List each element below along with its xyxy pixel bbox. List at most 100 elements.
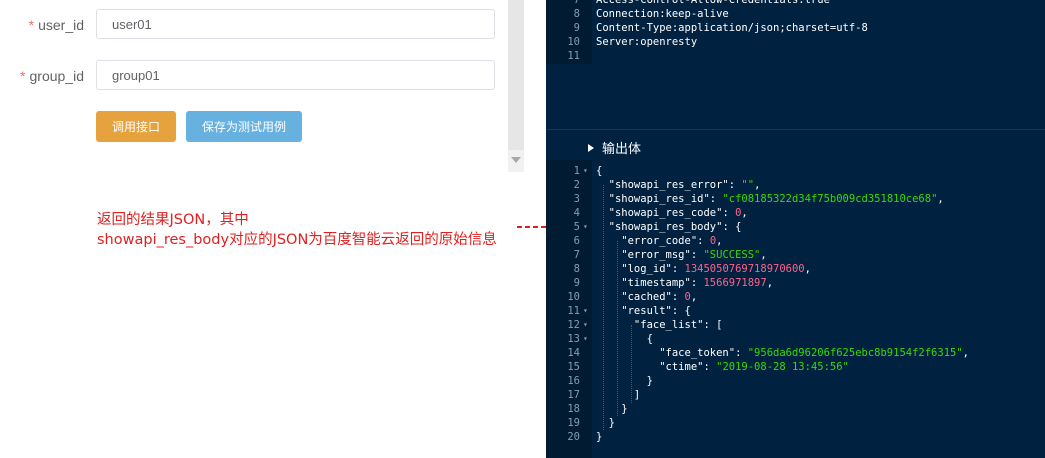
json-token: : (697, 235, 710, 247)
group-id-input[interactable] (96, 60, 495, 90)
line-number: 9 (573, 22, 580, 34)
header-text: Content-Type:application/json;charset=ut… (596, 22, 868, 34)
json-token: , (766, 277, 774, 289)
json-text: } (596, 430, 602, 444)
json-line: 1 ▾ { (546, 164, 1045, 178)
group-id-row: * group_id (0, 60, 508, 92)
header-line: 10 Server:openresty (546, 35, 1045, 49)
header-text: Server:openresty (596, 36, 698, 48)
line-number: 12 (567, 319, 580, 331)
scroll-down-arrow-icon[interactable] (511, 157, 521, 163)
json-token: : (690, 277, 704, 289)
json-token: "showapi_res_body" (596, 221, 723, 233)
json-token: } (596, 375, 653, 387)
json-token: : { (671, 305, 691, 317)
save-test-case-button[interactable]: 保存为测试用例 (186, 111, 302, 142)
json-token: : (671, 291, 685, 303)
response-viewer: 7 Access-Control-Allow-Credentials:true 8 C… (546, 0, 1045, 458)
json-token: : [ (703, 319, 723, 331)
header-text: Connection:keep-alive (596, 8, 729, 20)
form-scrollbar-thumb[interactable] (508, 0, 524, 150)
json-line: 7 "error_msg": "SUCCESS", (546, 248, 1045, 262)
json-string: "2019-08-28 13:45:56" (716, 361, 849, 373)
json-text: "ctime": "2019-08-28 13:45:56" (596, 360, 849, 374)
json-token: , (962, 347, 969, 359)
json-token: , (804, 263, 811, 275)
json-token: "error_msg" (596, 249, 691, 261)
line-number: 16 (567, 375, 580, 387)
json-text: { (596, 332, 653, 346)
json-token: "error_code" (596, 235, 698, 247)
line-number: 19 (567, 417, 580, 429)
fold-toggle-icon[interactable]: ▾ (583, 304, 588, 318)
json-line: 12 ▾ "face_list": [ (546, 318, 1045, 332)
line-number: 11 (567, 50, 580, 62)
json-token: : (690, 249, 704, 261)
json-line: 6 "error_code": 0, (546, 234, 1045, 248)
line-number: 1 (573, 165, 580, 177)
line-number: 6 (573, 235, 580, 247)
line-number: 18 (567, 403, 580, 415)
json-text: "showapi_res_code": 0, (596, 206, 748, 220)
line-number: 8 (573, 263, 580, 275)
header-text: Access-Control-Allow-Credentials:true (596, 0, 830, 6)
json-string: "" (741, 179, 755, 191)
line-number: 14 (567, 347, 580, 359)
user-id-label: * user_id (28, 17, 84, 33)
line-number: 3 (573, 193, 580, 205)
json-text: "error_code": 0, (596, 234, 722, 248)
json-text: "result": { (596, 304, 691, 318)
json-line: 11 ▾ "result": { (546, 304, 1045, 318)
section-divider (546, 129, 1045, 130)
output-body-toggle[interactable]: 输出体 (588, 138, 641, 157)
fold-toggle-icon[interactable]: ▾ (583, 220, 588, 234)
json-token: } (596, 431, 603, 443)
line-number: 7 (573, 0, 580, 6)
json-text: { (596, 164, 602, 178)
header-line: 8 Connection:keep-alive (546, 7, 1045, 21)
json-line: 10 "cached": 0, (546, 290, 1045, 304)
json-text: "showapi_res_error": "", (596, 178, 761, 192)
json-text: "cached": 0, (596, 290, 697, 304)
line-number: 8 (573, 8, 580, 20)
json-token: , (690, 291, 698, 303)
json-string: "SUCCESS" (703, 249, 761, 261)
json-token: : (722, 207, 736, 219)
header-line: 9 Content-Type:application/json;charset=u… (546, 21, 1045, 35)
line-number: 7 (573, 249, 580, 261)
json-line: 20} (546, 430, 1045, 444)
json-token: "ctime" (596, 361, 704, 373)
required-mark: * (20, 68, 26, 84)
json-line: 19 } (546, 416, 1045, 430)
json-line: 17 ] (546, 388, 1045, 402)
json-token: "result" (596, 305, 672, 317)
user-id-input[interactable] (96, 9, 495, 39)
json-number: 1345050769718970600 (684, 263, 805, 275)
json-text: "showapi_res_id": "cf08185322d34f75b009c… (596, 192, 944, 206)
line-number: 17 (567, 389, 580, 401)
json-line: 5 ▾ "showapi_res_body": { (546, 220, 1045, 234)
json-line: 18 } (546, 402, 1045, 416)
json-token: "face_token" (596, 347, 736, 359)
json-token: ] (596, 389, 641, 401)
json-token: , (741, 207, 748, 219)
json-line: 3 "showapi_res_id": "cf08185322d34f75b00… (546, 192, 1045, 206)
json-text: "face_list": [ (596, 318, 723, 332)
header-line: 11 (546, 49, 1045, 63)
json-token: { (596, 333, 653, 345)
line-number: 15 (567, 361, 580, 373)
fold-toggle-icon[interactable]: ▾ (583, 318, 588, 332)
line-number: 10 (567, 36, 580, 48)
json-text: } (596, 402, 627, 416)
json-token: , (716, 235, 723, 247)
json-line: 9 "timestamp": 1566971897, (546, 276, 1045, 290)
line-number: 10 (567, 291, 580, 303)
json-line: 8 "log_id": 1345050769718970600, (546, 262, 1045, 276)
json-line: 2 "showapi_res_error": "", (546, 178, 1045, 192)
header-line: 7 Access-Control-Allow-Credentials:true (546, 0, 1045, 7)
call-api-button[interactable]: 调用接口 (96, 111, 176, 142)
line-number: 2 (573, 179, 580, 191)
fold-toggle-icon[interactable]: ▾ (583, 332, 588, 346)
line-number: 4 (573, 207, 580, 219)
fold-toggle-icon[interactable]: ▾ (583, 164, 588, 178)
